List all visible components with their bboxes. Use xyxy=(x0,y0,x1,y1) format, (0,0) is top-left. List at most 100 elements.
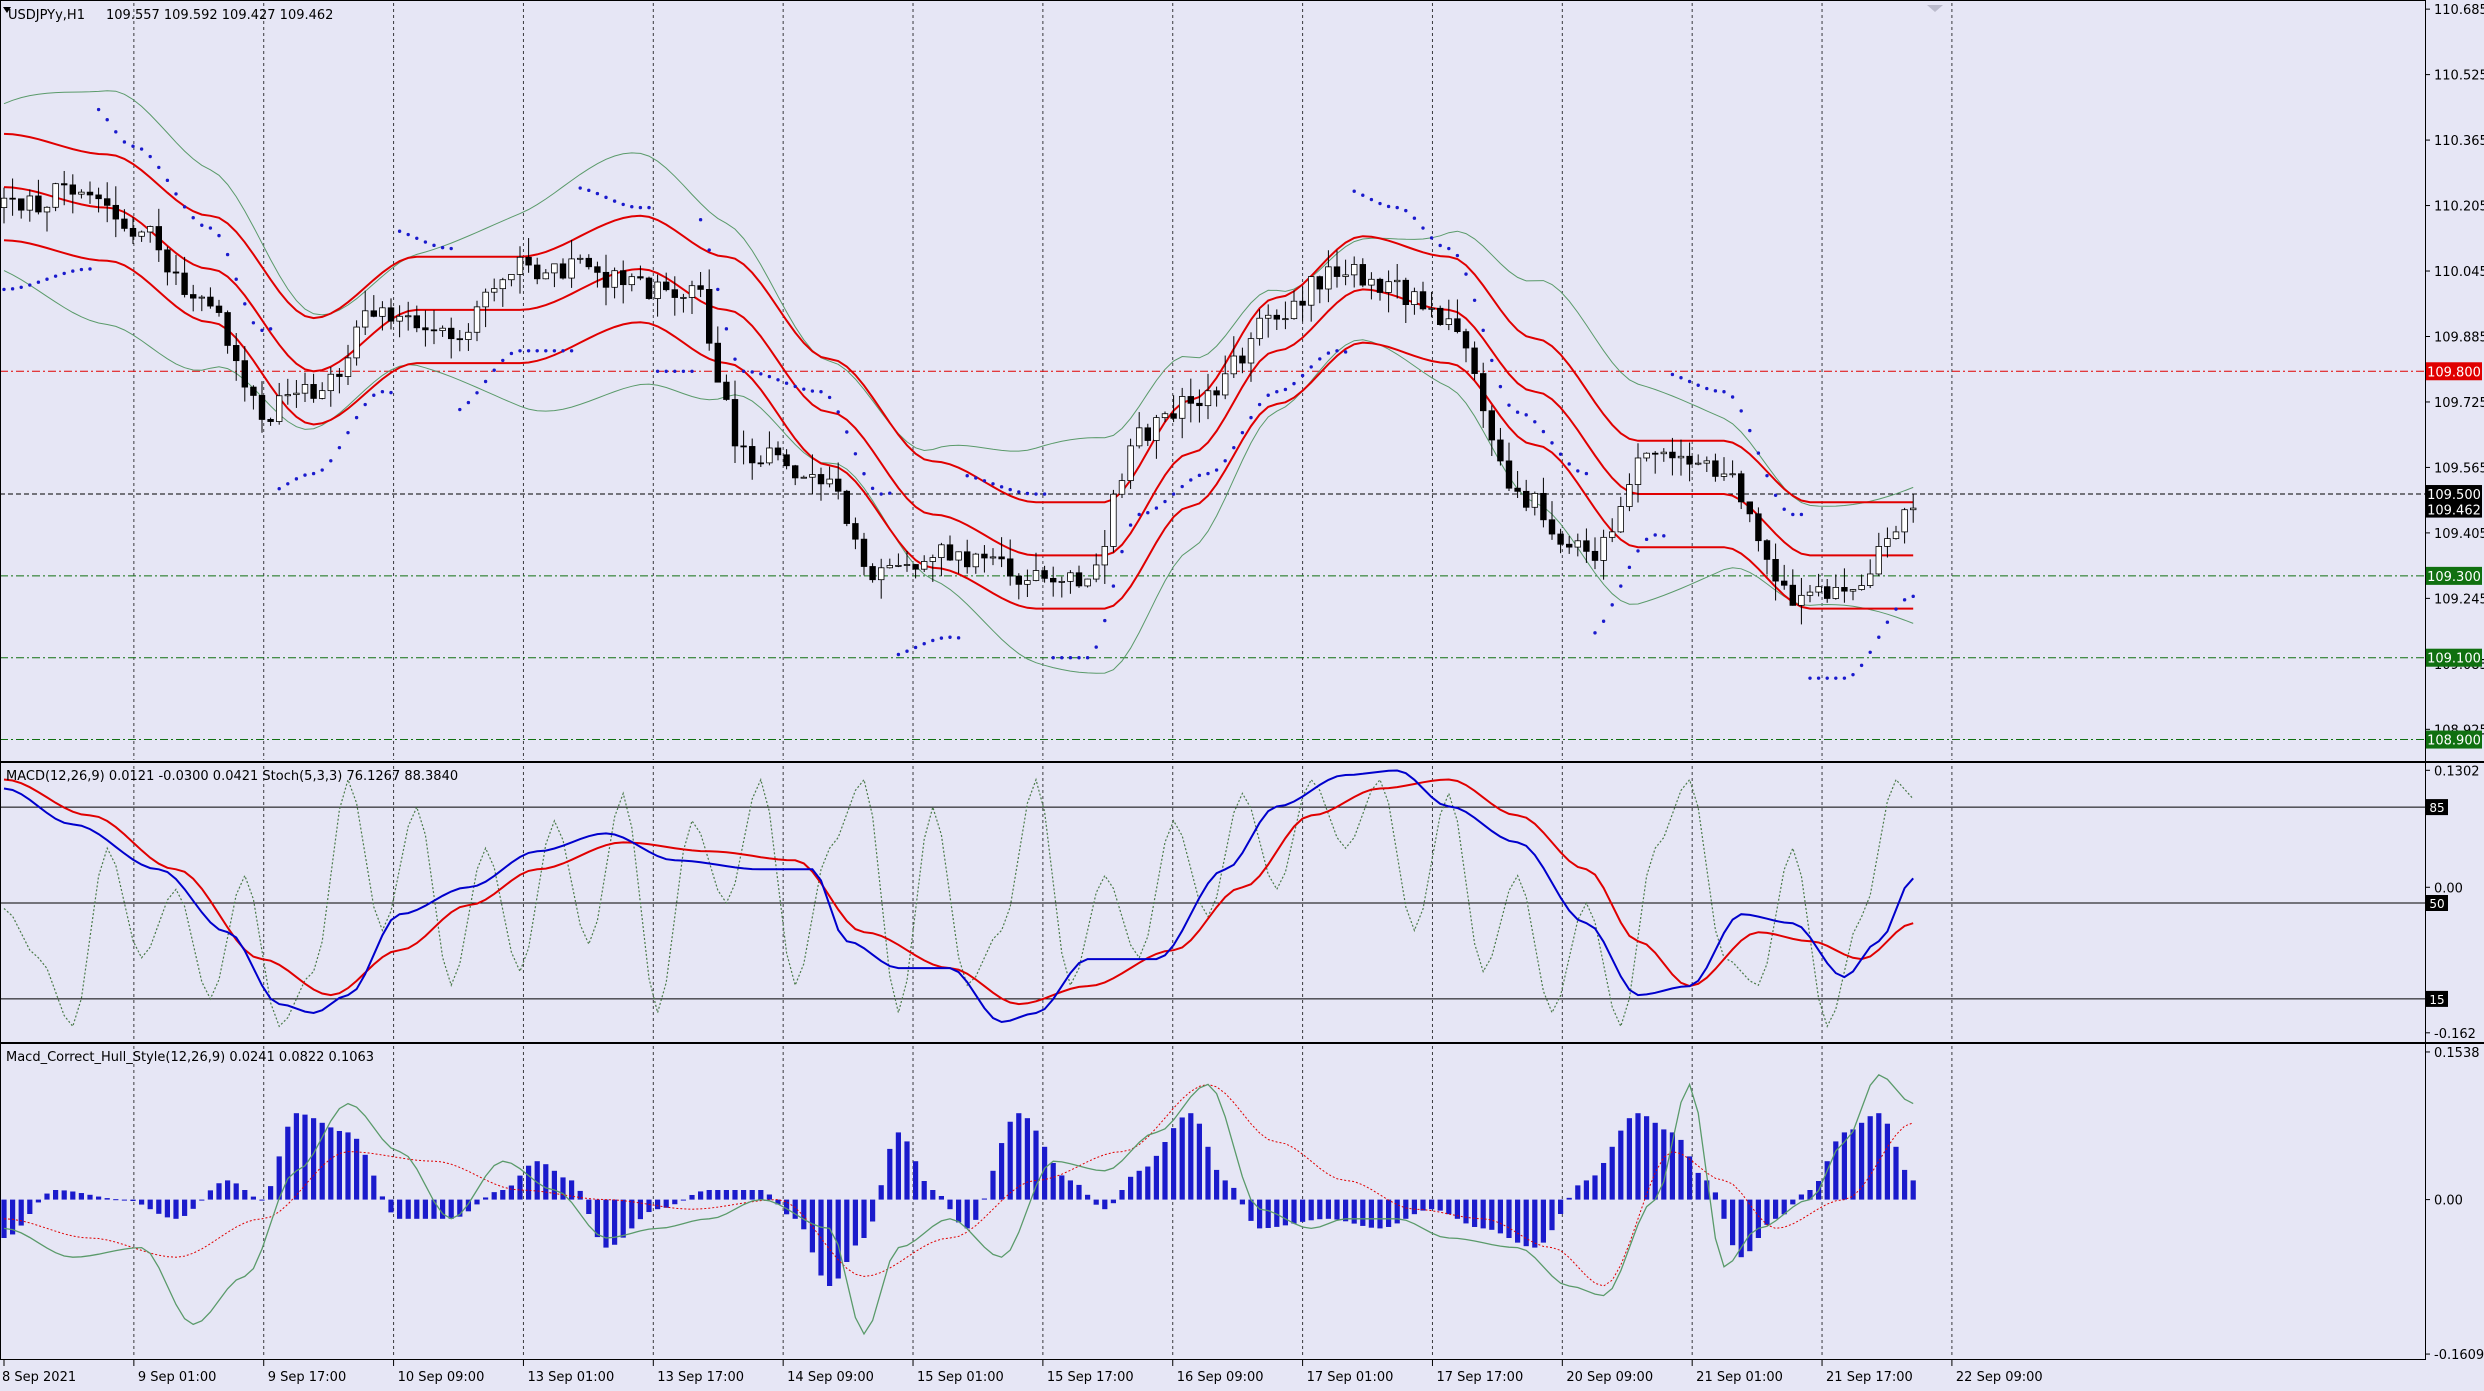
macd-tick-label: -0.162 xyxy=(2434,1027,2476,1042)
candle-body xyxy=(26,195,33,211)
sar-dot xyxy=(1894,607,1898,611)
histogram-bar xyxy=(1334,1199,1340,1220)
time-tick-label: 21 Sep 01:00 xyxy=(1696,1370,1783,1385)
macd-stoch-pane[interactable]: MACD(12,26,9) 0.0121 -0.0300 0.0421 Stoc… xyxy=(0,766,2425,1040)
candle-body xyxy=(1729,473,1736,476)
price-tick-label: 109.885 xyxy=(2434,330,2484,345)
level-tag-label: 109.100 xyxy=(2427,652,2481,667)
candle-body xyxy=(1394,279,1401,283)
histogram-bar xyxy=(1755,1199,1761,1238)
candle-body xyxy=(1875,546,1882,575)
sar-dot xyxy=(217,233,221,238)
candle-body xyxy=(878,567,885,581)
candle-body xyxy=(938,544,945,558)
sar-dot xyxy=(122,140,127,144)
candle-body xyxy=(336,373,343,377)
candle-body xyxy=(568,258,575,279)
sar-dot xyxy=(88,267,92,271)
candle-body xyxy=(1058,580,1065,583)
candle-body xyxy=(1531,492,1538,508)
sar-dot xyxy=(1404,208,1408,213)
histogram-bar xyxy=(1652,1122,1658,1200)
candle-body xyxy=(843,490,850,524)
histogram-bar xyxy=(870,1199,876,1222)
sar-dot xyxy=(458,407,462,412)
sar-dot xyxy=(36,280,41,284)
candle-body xyxy=(852,523,859,540)
candle-body xyxy=(1505,460,1513,489)
histogram-bar xyxy=(723,1190,729,1200)
sar-dot xyxy=(1085,656,1090,660)
candle-body xyxy=(946,544,954,561)
histogram-bar xyxy=(1687,1156,1693,1200)
histogram-bar xyxy=(96,1196,102,1200)
candle-body xyxy=(1901,509,1908,533)
candle-body xyxy=(17,198,25,211)
candle-body xyxy=(1892,531,1900,539)
price-tick-label: 109.405 xyxy=(2434,527,2484,542)
sar-dot xyxy=(1481,328,1485,333)
candle-body xyxy=(1411,291,1418,306)
candle-body xyxy=(964,551,971,568)
sar-dot xyxy=(1490,358,1494,363)
sar-dot xyxy=(759,372,763,376)
histogram-bar xyxy=(827,1199,833,1286)
sar-dot xyxy=(277,487,281,491)
sar-dot xyxy=(182,205,187,209)
histogram-bar xyxy=(517,1175,523,1200)
sar-dot xyxy=(1111,584,1116,588)
candle-body xyxy=(447,327,455,340)
candle-body xyxy=(1428,307,1435,310)
histogram-bar xyxy=(1489,1199,1495,1230)
sar-dot xyxy=(1782,507,1786,511)
candle-body xyxy=(456,338,463,341)
trading-chart-window[interactable]: USDJPYy,H1 109.557 109.592 109.427 109.4… xyxy=(0,0,2484,1387)
sar-dot xyxy=(1610,603,1614,607)
time-tick-label: 13 Sep 17:00 xyxy=(657,1370,744,1385)
candle-body xyxy=(1841,587,1848,592)
candle-body xyxy=(129,227,137,237)
candle-body xyxy=(404,315,412,318)
chart-canvas[interactable]: USDJPYy,H1 109.557 109.592 109.427 109.4… xyxy=(0,0,2484,1387)
sar-dot xyxy=(974,476,978,480)
sar-dot xyxy=(10,287,15,291)
hull-tick-label: 0.00 xyxy=(2434,1194,2463,1209)
histogram-bar xyxy=(1119,1190,1125,1200)
sar-dot xyxy=(1094,645,1098,649)
sar-dot xyxy=(449,246,453,251)
candle-body xyxy=(1127,445,1134,482)
sar-dot xyxy=(1412,216,1417,220)
sar-dot xyxy=(1567,462,1571,466)
sar-dot xyxy=(1292,381,1296,386)
sar-dot xyxy=(587,188,591,193)
candle-body xyxy=(9,197,16,200)
sar-dot xyxy=(1171,492,1176,496)
histogram-bar xyxy=(1601,1162,1607,1200)
sar-dot xyxy=(1223,459,1227,463)
sar-dot xyxy=(483,379,488,384)
sar-dot xyxy=(243,302,247,306)
histogram-bar xyxy=(887,1148,893,1200)
candle-body xyxy=(473,306,481,333)
candle-body xyxy=(1480,373,1487,412)
histogram-bar xyxy=(414,1199,420,1219)
sar-dot xyxy=(1550,441,1554,445)
candle-body xyxy=(35,195,42,213)
candle-body xyxy=(766,447,773,464)
histogram-bar xyxy=(70,1191,76,1200)
histogram-bar xyxy=(741,1190,747,1200)
candle-body xyxy=(275,395,283,422)
histogram-bar xyxy=(397,1199,403,1219)
main-ohlc-label: 109.557 109.592 109.427 109.462 xyxy=(106,8,333,23)
sar-dot xyxy=(1421,226,1425,230)
sar-dot xyxy=(810,389,815,393)
sar-dot xyxy=(1249,415,1253,420)
histogram-bar xyxy=(1162,1142,1168,1200)
candle-body xyxy=(1824,586,1831,599)
candle-body xyxy=(1910,507,1917,511)
histogram-bar xyxy=(500,1190,506,1200)
histogram-bar xyxy=(311,1118,317,1200)
candle-body xyxy=(1884,538,1891,547)
candle-body xyxy=(783,454,790,467)
candle-body xyxy=(1867,573,1874,586)
